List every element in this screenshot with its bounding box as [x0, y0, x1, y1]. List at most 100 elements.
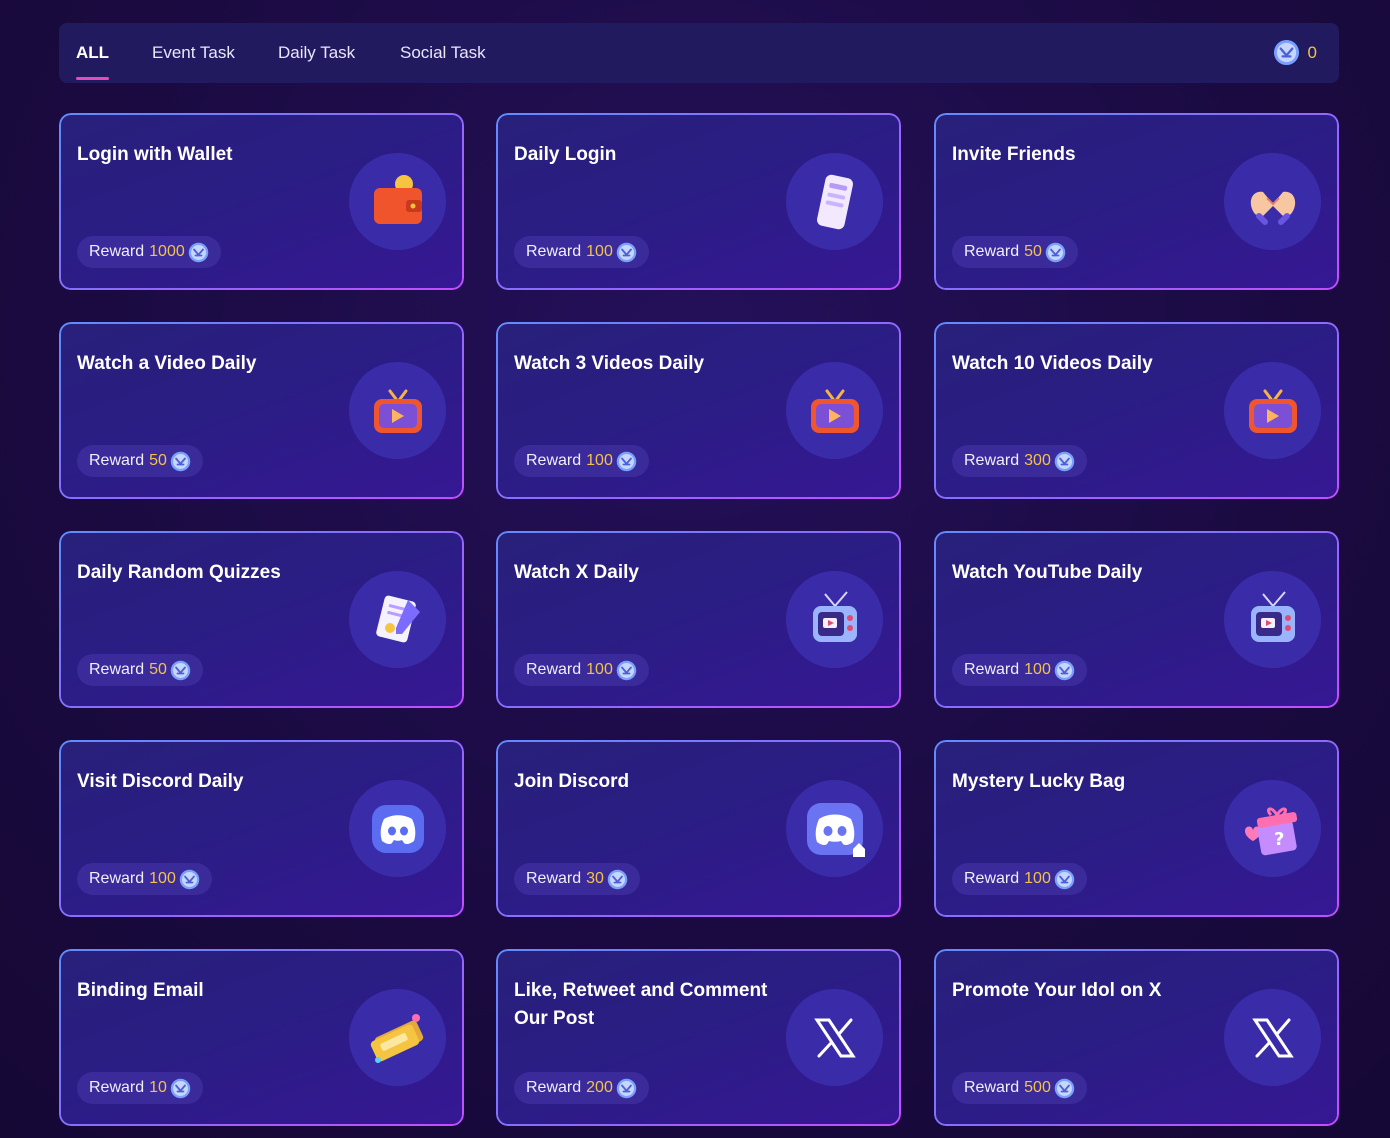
task-card-join-discord[interactable]: Join Discord Reward 30: [496, 740, 901, 917]
task-card-promote-your-idol-on-x[interactable]: Promote Your Idol on X Reward 500: [934, 949, 1339, 1126]
reward-amount: 30: [586, 870, 604, 887]
reward-badge: Reward 100: [952, 863, 1087, 895]
quiz-paper-icon: [349, 571, 446, 668]
coin-icon: [179, 869, 200, 889]
task-title: Login with Wallet: [77, 144, 233, 165]
coin-icon: [1054, 1078, 1075, 1098]
tab-social-task[interactable]: Social Task: [400, 43, 486, 63]
reward-label: Reward: [964, 1079, 1020, 1096]
reward-amount: 100: [1024, 661, 1051, 678]
coin-icon: [1054, 869, 1075, 889]
task-card-invite-friends[interactable]: Invite Friends Reward 50: [934, 113, 1339, 290]
ticket-icon: [349, 989, 446, 1086]
coin-icon: [607, 869, 628, 889]
reward-label: Reward: [526, 1079, 582, 1096]
task-card-like-retweet-and-comment-our-post[interactable]: Like, Retweet and Comment Our Post Reward…: [496, 949, 901, 1126]
reward-amount: 10: [149, 1079, 167, 1096]
reward-badge: Reward 10: [77, 1072, 203, 1104]
task-title: Binding Email: [77, 980, 204, 1001]
tv-play-icon: [786, 362, 883, 459]
wallet-icon: [349, 153, 446, 250]
reward-badge: Reward 100: [514, 654, 649, 686]
svg-text:?: ?: [1274, 829, 1284, 850]
reward-label: Reward: [526, 243, 582, 260]
task-card-watch-a-video-daily[interactable]: Watch a Video Daily Reward 50: [59, 322, 464, 499]
reward-amount: 500: [1024, 1079, 1051, 1096]
coin-icon: [616, 660, 637, 680]
task-card-watch-youtube-daily[interactable]: Watch YouTube Daily Reward 100: [934, 531, 1339, 708]
discord-home-icon: [786, 780, 883, 877]
retro-tv-icon: [786, 571, 883, 668]
task-title: Watch 10 Videos Daily: [952, 353, 1153, 374]
task-card-binding-email[interactable]: Binding Email Reward 10: [59, 949, 464, 1126]
reward-label: Reward: [89, 661, 145, 678]
coin-icon: [616, 1078, 637, 1098]
task-title: Like, Retweet and Comment Our Post: [514, 980, 768, 1029]
reward-amount: 50: [149, 452, 167, 469]
task-card-watch-x-daily[interactable]: Watch X Daily Reward 100: [496, 531, 901, 708]
task-card-watch-3-videos-daily[interactable]: Watch 3 Videos Daily Reward 100: [496, 322, 901, 499]
reward-badge: Reward 30: [514, 863, 640, 895]
coin-icon: [1054, 660, 1075, 680]
task-card-daily-random-quizzes[interactable]: Daily Random Quizzes Reward 50: [59, 531, 464, 708]
reward-badge: Reward 100: [952, 654, 1087, 686]
reward-amount: 200: [586, 1079, 613, 1096]
reward-amount: 100: [149, 870, 176, 887]
reward-badge: Reward 50: [952, 236, 1078, 268]
reward-badge: Reward 500: [952, 1072, 1087, 1104]
reward-badge: Reward 1000: [77, 236, 221, 268]
reward-label: Reward: [964, 243, 1020, 260]
reward-label: Reward: [526, 870, 582, 887]
task-card-daily-login[interactable]: Daily Login Reward 100: [496, 113, 901, 290]
reward-amount: 100: [586, 452, 613, 469]
reward-label: Reward: [526, 452, 582, 469]
balance: 0: [1273, 39, 1317, 66]
reward-badge: Reward 50: [77, 654, 203, 686]
reward-amount: 100: [1024, 870, 1051, 887]
reward-label: Reward: [526, 661, 582, 678]
reward-label: Reward: [964, 870, 1020, 887]
task-title: Watch YouTube Daily: [952, 562, 1143, 583]
tv-play-icon: [1224, 362, 1321, 459]
tab-all[interactable]: ALL: [76, 43, 110, 80]
coin-icon: [1045, 242, 1066, 262]
phone-icon: [786, 153, 883, 250]
reward-amount: 300: [1024, 452, 1051, 469]
task-title: Watch a Video Daily: [77, 353, 257, 374]
task-title: Promote Your Idol on X: [952, 980, 1162, 1001]
balance-value: 0: [1307, 42, 1317, 62]
reward-label: Reward: [964, 661, 1020, 678]
coin-icon: [1054, 451, 1075, 471]
reward-amount: 100: [586, 243, 613, 260]
reward-amount: 1000: [149, 243, 185, 260]
task-card-watch-10-videos-daily[interactable]: Watch 10 Videos Daily Reward 300: [934, 322, 1339, 499]
task-card-visit-discord-daily[interactable]: Visit Discord Daily Reward 100: [59, 740, 464, 917]
reward-label: Reward: [89, 1079, 145, 1096]
task-card-login-with-wallet[interactable]: Login with Wallet Reward 1000: [59, 113, 464, 290]
reward-label: Reward: [89, 243, 145, 260]
heart-hands-icon: [1224, 153, 1321, 250]
task-title: Invite Friends: [952, 144, 1076, 165]
reward-badge: Reward 200: [514, 1072, 649, 1104]
tab-event-task[interactable]: Event Task: [152, 43, 235, 63]
coin-icon: [188, 242, 208, 262]
tv-play-icon: [349, 362, 446, 459]
reward-label: Reward: [964, 452, 1020, 469]
gift-box-icon: ?: [1224, 780, 1321, 877]
task-title: Watch X Daily: [514, 562, 639, 583]
task-card-mystery-lucky-bag[interactable]: Mystery Lucky Bag Reward 100 ?: [934, 740, 1339, 917]
reward-amount: 50: [149, 661, 167, 678]
task-title: Join Discord: [514, 771, 630, 792]
reward-badge: Reward 300: [952, 445, 1087, 477]
task-title: Mystery Lucky Bag: [952, 771, 1126, 792]
tab-daily-task[interactable]: Daily Task: [278, 43, 355, 63]
reward-amount: 100: [586, 661, 613, 678]
coin-icon: [170, 451, 191, 471]
reward-badge: Reward 50: [77, 445, 203, 477]
x-logo-icon: [1224, 989, 1321, 1086]
reward-badge: Reward 100: [514, 236, 649, 268]
task-tab-bar: ALL Event Task Daily Task Social Task 0: [59, 23, 1339, 83]
reward-label: Reward: [89, 452, 145, 469]
reward-badge: Reward 100: [514, 445, 649, 477]
reward-badge: Reward 100: [77, 863, 212, 895]
